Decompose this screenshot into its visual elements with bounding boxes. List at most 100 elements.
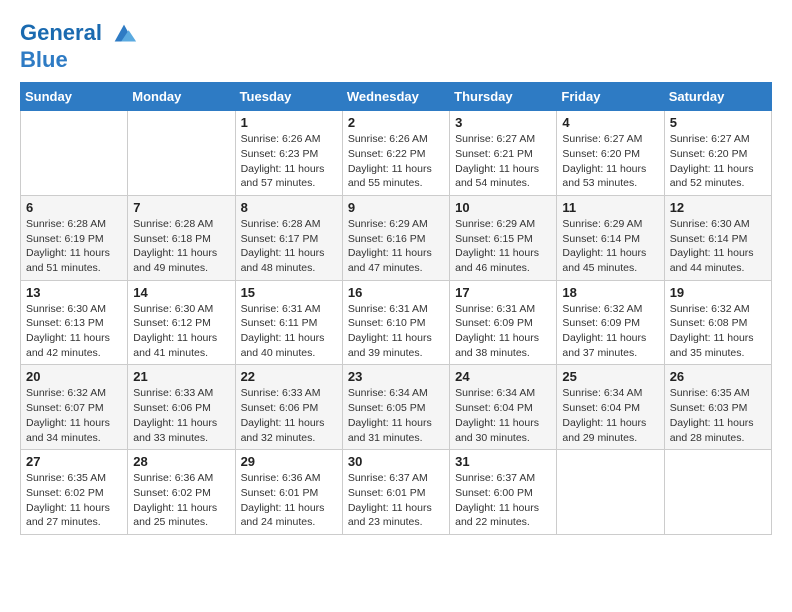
day-number: 8 [241,200,337,215]
day-cell-7: 7 Sunrise: 6:28 AM Sunset: 6:18 PM Dayli… [128,195,235,280]
day-cell-2: 2 Sunrise: 6:26 AM Sunset: 6:22 PM Dayli… [342,111,449,196]
weekday-header-sunday: Sunday [21,83,128,111]
day-number: 20 [26,369,122,384]
empty-cell [557,450,664,535]
day-info: Sunrise: 6:30 AM Sunset: 6:12 PM Dayligh… [133,302,229,361]
day-number: 14 [133,285,229,300]
day-info: Sunrise: 6:30 AM Sunset: 6:13 PM Dayligh… [26,302,122,361]
weekday-header-wednesday: Wednesday [342,83,449,111]
day-info: Sunrise: 6:28 AM Sunset: 6:18 PM Dayligh… [133,217,229,276]
day-number: 2 [348,115,444,130]
day-info: Sunrise: 6:31 AM Sunset: 6:11 PM Dayligh… [241,302,337,361]
weekday-header-tuesday: Tuesday [235,83,342,111]
day-number: 28 [133,454,229,469]
day-info: Sunrise: 6:32 AM Sunset: 6:08 PM Dayligh… [670,302,766,361]
day-info: Sunrise: 6:35 AM Sunset: 6:02 PM Dayligh… [26,471,122,530]
day-info: Sunrise: 6:27 AM Sunset: 6:21 PM Dayligh… [455,132,551,191]
weekday-header-monday: Monday [128,83,235,111]
day-cell-3: 3 Sunrise: 6:27 AM Sunset: 6:21 PM Dayli… [450,111,557,196]
day-info: Sunrise: 6:34 AM Sunset: 6:04 PM Dayligh… [562,386,658,445]
day-cell-24: 24 Sunrise: 6:34 AM Sunset: 6:04 PM Dayl… [450,365,557,450]
day-info: Sunrise: 6:29 AM Sunset: 6:14 PM Dayligh… [562,217,658,276]
day-number: 15 [241,285,337,300]
logo-icon [110,20,138,48]
day-info: Sunrise: 6:33 AM Sunset: 6:06 PM Dayligh… [133,386,229,445]
day-info: Sunrise: 6:28 AM Sunset: 6:17 PM Dayligh… [241,217,337,276]
day-info: Sunrise: 6:34 AM Sunset: 6:04 PM Dayligh… [455,386,551,445]
empty-cell [21,111,128,196]
day-info: Sunrise: 6:27 AM Sunset: 6:20 PM Dayligh… [562,132,658,191]
day-number: 11 [562,200,658,215]
day-cell-18: 18 Sunrise: 6:32 AM Sunset: 6:09 PM Dayl… [557,280,664,365]
day-info: Sunrise: 6:33 AM Sunset: 6:06 PM Dayligh… [241,386,337,445]
weekday-header-friday: Friday [557,83,664,111]
day-number: 22 [241,369,337,384]
day-info: Sunrise: 6:36 AM Sunset: 6:02 PM Dayligh… [133,471,229,530]
day-cell-21: 21 Sunrise: 6:33 AM Sunset: 6:06 PM Dayl… [128,365,235,450]
day-number: 4 [562,115,658,130]
day-number: 23 [348,369,444,384]
day-number: 17 [455,285,551,300]
day-number: 3 [455,115,551,130]
logo-general: General [20,20,102,45]
day-cell-15: 15 Sunrise: 6:31 AM Sunset: 6:11 PM Dayl… [235,280,342,365]
day-info: Sunrise: 6:36 AM Sunset: 6:01 PM Dayligh… [241,471,337,530]
logo: General Blue [20,20,138,72]
day-number: 13 [26,285,122,300]
empty-cell [128,111,235,196]
day-cell-22: 22 Sunrise: 6:33 AM Sunset: 6:06 PM Dayl… [235,365,342,450]
day-number: 5 [670,115,766,130]
day-number: 1 [241,115,337,130]
day-info: Sunrise: 6:32 AM Sunset: 6:09 PM Dayligh… [562,302,658,361]
day-number: 29 [241,454,337,469]
page-header: General Blue [20,20,772,72]
weekday-header-thursday: Thursday [450,83,557,111]
day-info: Sunrise: 6:31 AM Sunset: 6:09 PM Dayligh… [455,302,551,361]
day-info: Sunrise: 6:29 AM Sunset: 6:15 PM Dayligh… [455,217,551,276]
day-info: Sunrise: 6:37 AM Sunset: 6:00 PM Dayligh… [455,471,551,530]
day-info: Sunrise: 6:34 AM Sunset: 6:05 PM Dayligh… [348,386,444,445]
day-cell-11: 11 Sunrise: 6:29 AM Sunset: 6:14 PM Dayl… [557,195,664,280]
day-cell-12: 12 Sunrise: 6:30 AM Sunset: 6:14 PM Dayl… [664,195,771,280]
day-cell-5: 5 Sunrise: 6:27 AM Sunset: 6:20 PM Dayli… [664,111,771,196]
day-number: 9 [348,200,444,215]
day-cell-19: 19 Sunrise: 6:32 AM Sunset: 6:08 PM Dayl… [664,280,771,365]
day-cell-28: 28 Sunrise: 6:36 AM Sunset: 6:02 PM Dayl… [128,450,235,535]
day-cell-13: 13 Sunrise: 6:30 AM Sunset: 6:13 PM Dayl… [21,280,128,365]
day-number: 26 [670,369,766,384]
day-number: 10 [455,200,551,215]
day-number: 7 [133,200,229,215]
day-cell-10: 10 Sunrise: 6:29 AM Sunset: 6:15 PM Dayl… [450,195,557,280]
day-cell-27: 27 Sunrise: 6:35 AM Sunset: 6:02 PM Dayl… [21,450,128,535]
day-number: 31 [455,454,551,469]
day-number: 25 [562,369,658,384]
day-cell-23: 23 Sunrise: 6:34 AM Sunset: 6:05 PM Dayl… [342,365,449,450]
day-number: 30 [348,454,444,469]
day-cell-31: 31 Sunrise: 6:37 AM Sunset: 6:00 PM Dayl… [450,450,557,535]
logo-blue: Blue [20,47,68,72]
day-info: Sunrise: 6:30 AM Sunset: 6:14 PM Dayligh… [670,217,766,276]
day-number: 16 [348,285,444,300]
day-info: Sunrise: 6:35 AM Sunset: 6:03 PM Dayligh… [670,386,766,445]
day-number: 18 [562,285,658,300]
day-info: Sunrise: 6:31 AM Sunset: 6:10 PM Dayligh… [348,302,444,361]
day-number: 6 [26,200,122,215]
day-info: Sunrise: 6:32 AM Sunset: 6:07 PM Dayligh… [26,386,122,445]
day-info: Sunrise: 6:37 AM Sunset: 6:01 PM Dayligh… [348,471,444,530]
day-info: Sunrise: 6:29 AM Sunset: 6:16 PM Dayligh… [348,217,444,276]
calendar-table: SundayMondayTuesdayWednesdayThursdayFrid… [20,82,772,535]
day-info: Sunrise: 6:28 AM Sunset: 6:19 PM Dayligh… [26,217,122,276]
day-cell-25: 25 Sunrise: 6:34 AM Sunset: 6:04 PM Dayl… [557,365,664,450]
day-cell-30: 30 Sunrise: 6:37 AM Sunset: 6:01 PM Dayl… [342,450,449,535]
day-cell-16: 16 Sunrise: 6:31 AM Sunset: 6:10 PM Dayl… [342,280,449,365]
day-number: 19 [670,285,766,300]
day-info: Sunrise: 6:26 AM Sunset: 6:23 PM Dayligh… [241,132,337,191]
weekday-header-saturday: Saturday [664,83,771,111]
day-info: Sunrise: 6:26 AM Sunset: 6:22 PM Dayligh… [348,132,444,191]
day-info: Sunrise: 6:27 AM Sunset: 6:20 PM Dayligh… [670,132,766,191]
day-number: 24 [455,369,551,384]
day-cell-20: 20 Sunrise: 6:32 AM Sunset: 6:07 PM Dayl… [21,365,128,450]
day-cell-14: 14 Sunrise: 6:30 AM Sunset: 6:12 PM Dayl… [128,280,235,365]
day-cell-9: 9 Sunrise: 6:29 AM Sunset: 6:16 PM Dayli… [342,195,449,280]
day-number: 12 [670,200,766,215]
